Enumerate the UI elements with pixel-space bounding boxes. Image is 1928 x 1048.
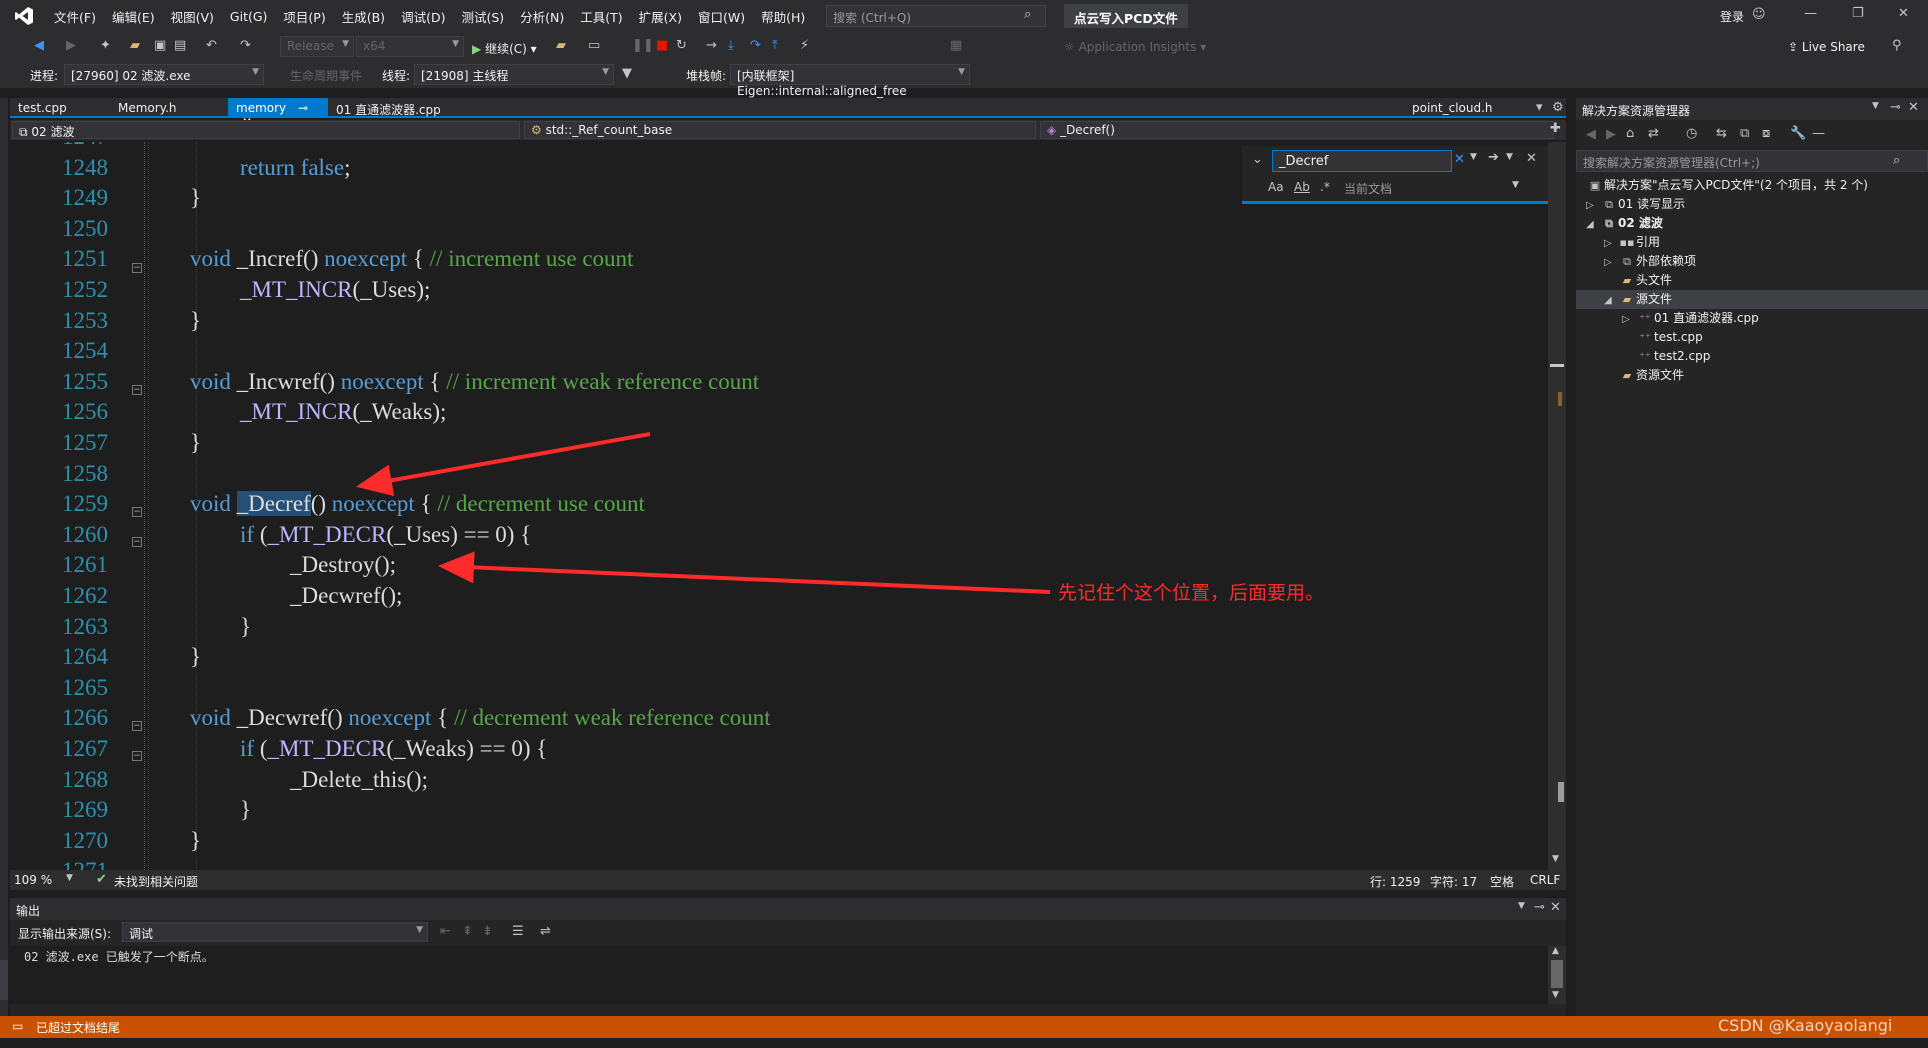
annotation-arrow-destroy	[438, 551, 1051, 594]
annotation-arrow-decref	[356, 432, 651, 497]
annotation-text: 先记住个这个位置，后面要用。	[1058, 582, 1325, 604]
annotation-arrows	[356, 432, 1051, 594]
